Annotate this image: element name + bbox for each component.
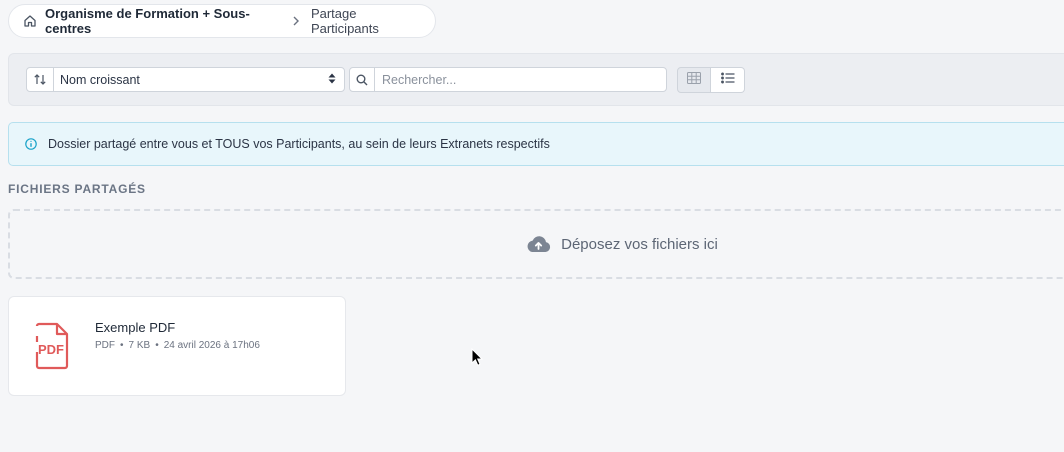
- file-name[interactable]: Exemple PDF: [95, 320, 175, 335]
- file-size: 7 KB: [128, 340, 151, 351]
- view-toggle: [677, 67, 745, 93]
- sort-arrows-icon[interactable]: [27, 68, 54, 91]
- mouse-cursor-icon: [471, 347, 484, 372]
- cloud-upload-icon: [526, 235, 551, 253]
- file-date: 24 avril 2026 à 17h06: [163, 340, 260, 351]
- info-alert: Dossier partagé entre vous et TOUS vos P…: [8, 122, 1064, 166]
- list-icon: [720, 71, 735, 89]
- grid-view-button[interactable]: [677, 67, 711, 93]
- search-icon: [350, 68, 375, 91]
- file-card[interactable]: PDF Exemple PDF PDF • 7 KB • 24 avril 20…: [8, 296, 346, 396]
- list-view-button[interactable]: [711, 67, 745, 93]
- grid-icon: [687, 71, 701, 89]
- svg-text:PDF: PDF: [38, 342, 64, 357]
- info-icon: [25, 138, 37, 150]
- file-type: PDF: [95, 340, 115, 351]
- meta-separator: •: [155, 340, 159, 351]
- file-dropzone[interactable]: Déposez vos fichiers ici: [8, 209, 1064, 279]
- search-input[interactable]: [375, 72, 666, 87]
- section-title: FICHIERS PARTAGÉS: [8, 182, 146, 196]
- dropzone-content: Déposez vos fichiers ici: [526, 235, 718, 253]
- home-icon[interactable]: [23, 14, 37, 28]
- sort-control: Nom croissant: [26, 67, 345, 92]
- search-control: [349, 67, 667, 92]
- pdf-file-icon: PDF: [34, 322, 70, 375]
- info-alert-text: Dossier partagé entre vous et TOUS vos P…: [48, 137, 550, 151]
- sort-select-value: Nom croissant: [60, 72, 140, 87]
- sort-select[interactable]: Nom croissant: [54, 73, 344, 87]
- breadcrumb-current: Partage Participants: [310, 6, 379, 36]
- file-meta: PDF • 7 KB • 24 avril 2026 à 17h06: [95, 340, 260, 351]
- meta-separator: •: [120, 340, 124, 351]
- breadcrumb: Organisme de Formation + Sous-centres Pa…: [8, 4, 436, 38]
- dropzone-text: Déposez vos fichiers ici: [561, 235, 718, 253]
- toolbar: Nom croissant: [8, 53, 1064, 106]
- breadcrumb-root-link[interactable]: Organisme de Formation + Sous-centres: [45, 6, 281, 36]
- select-caret-icon: [328, 73, 336, 87]
- chevron-right-icon: [292, 16, 300, 26]
